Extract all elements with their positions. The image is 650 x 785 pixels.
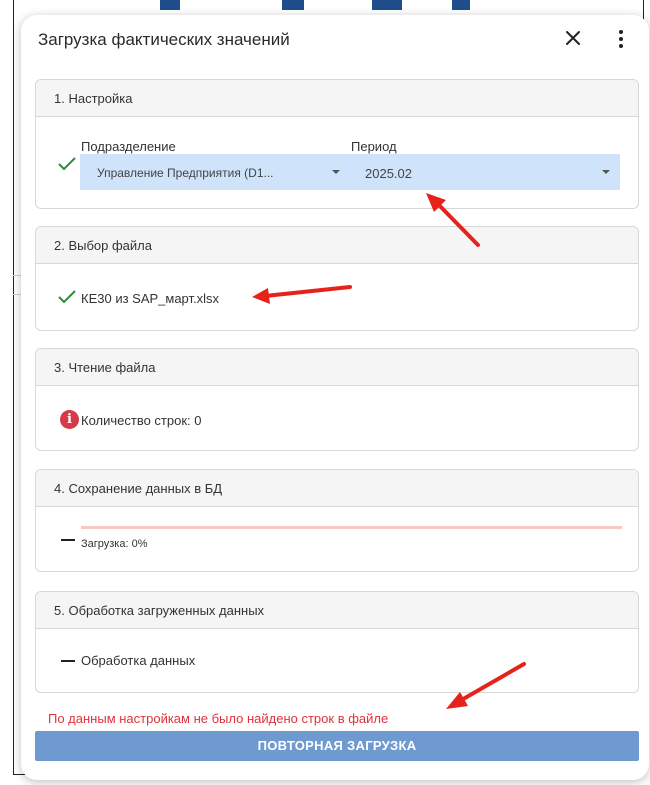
info-icon: i [60, 410, 79, 429]
upload-dialog: Загрузка фактических значений 1. Настрой… [21, 15, 649, 780]
step-process-card: 5. Обработка загруженных данных Обработк… [35, 591, 639, 693]
step-file-title: 2. Выбор файла [54, 238, 152, 253]
step-process-title: 5. Обработка загруженных данных [54, 603, 265, 618]
processing-text: Обработка данных [81, 653, 196, 668]
step-read-card: 3. Чтение файла i Количество строк: 0 [35, 348, 639, 451]
background-toolbar-block [282, 0, 304, 10]
department-value: Управление Предприятия (D1... [97, 166, 274, 180]
rows-count-text: Количество строк: 0 [81, 413, 202, 428]
close-icon [566, 31, 580, 45]
department-select[interactable]: Управление Предприятия (D1... [80, 154, 350, 190]
step-setup-title: 1. Настройка [54, 91, 133, 106]
step-header: 4. Сохранение данных в БД [36, 470, 638, 507]
dash-icon [61, 660, 75, 662]
dialog-header: Загрузка фактических значений [21, 15, 649, 65]
save-progress-bar [81, 526, 622, 529]
check-icon [58, 290, 76, 304]
progress-text: Загрузка: 0% [81, 538, 148, 550]
step-header: 1. Настройка [36, 80, 638, 117]
step-save-title: 4. Сохранение данных в БД [54, 481, 223, 496]
step-save-card: 4. Сохранение данных в БД Загрузка: 0% [35, 469, 639, 572]
background-toolbar-block [372, 0, 402, 10]
more-options-button[interactable] [613, 26, 629, 52]
retry-upload-button[interactable]: ПОВТОРНАЯ ЗАГРУЗКА [35, 731, 639, 761]
step-read-title: 3. Чтение файла [54, 360, 156, 375]
step-header: 2. Выбор файла [36, 227, 638, 264]
dash-icon [61, 539, 75, 541]
more-vertical-icon [619, 30, 623, 48]
error-message: По данным настройкам не было найдено стр… [48, 711, 389, 726]
background-toolbar-block [452, 0, 470, 10]
dialog-title: Загрузка фактических значений [38, 30, 290, 49]
step-file-card: 2. Выбор файла КЕ30 из SAP_март.xlsx [35, 226, 639, 331]
step-header: 3. Чтение файла [36, 349, 638, 386]
period-value: 2025.02 [365, 166, 412, 181]
step-setup-card: 1. Настройка Подразделение Период Управл… [35, 79, 639, 209]
file-name: КЕ30 из SAP_март.xlsx [81, 291, 220, 306]
close-button[interactable] [561, 26, 585, 50]
period-select[interactable]: 2025.02 [350, 154, 620, 190]
chevron-down-icon [332, 170, 340, 174]
chevron-down-icon [602, 170, 610, 174]
department-label: Подразделение [81, 139, 176, 154]
background-toolbar-block [160, 0, 180, 10]
check-icon [58, 157, 76, 171]
step-header: 5. Обработка загруженных данных [36, 592, 638, 629]
period-label: Период [351, 139, 397, 154]
